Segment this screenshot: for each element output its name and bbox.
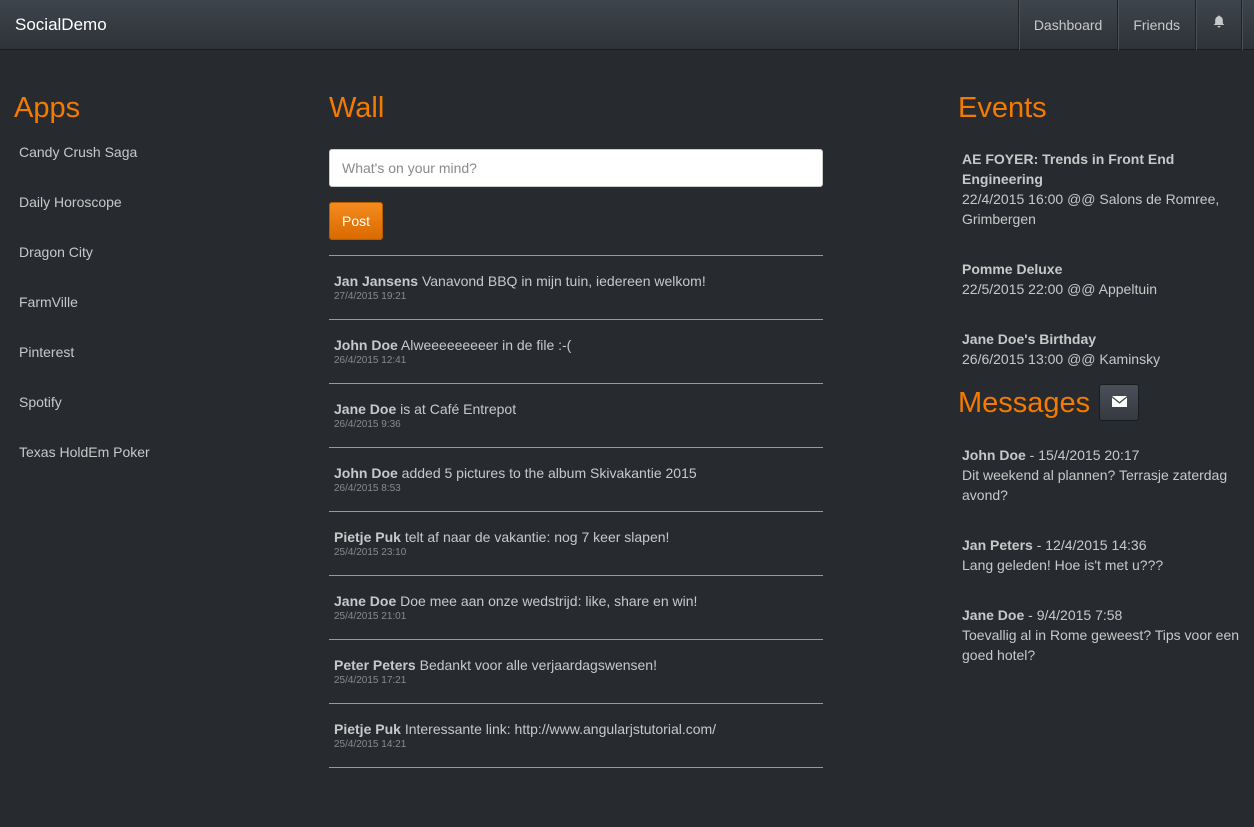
post-text: Interessante link: http://www.angularjst… bbox=[404, 721, 717, 737]
message-text: Toevallig al in Rome geweest? Tips voor … bbox=[962, 627, 1240, 663]
post-author[interactable]: John Doe bbox=[334, 337, 398, 353]
notifications-button[interactable] bbox=[1195, 0, 1241, 50]
post-timestamp: 25/4/2015 21:01 bbox=[334, 611, 407, 622]
wall-post: Peter Peters Bedankt voor alle verjaarda… bbox=[329, 640, 823, 704]
wall-post: Jan Jansens Vanavond BBQ in mijn tuin, i… bbox=[329, 256, 823, 320]
message-text: Dit weekend al plannen? Terrasje zaterda… bbox=[962, 467, 1228, 503]
app-item-candy-crush[interactable]: Candy Crush Saga bbox=[14, 143, 304, 193]
apps-heading: Apps bbox=[14, 92, 81, 124]
wall-post: Pietje Puk Interessante link: http://www… bbox=[329, 704, 823, 768]
apps-column: Apps Candy Crush Saga Daily Horoscope Dr… bbox=[14, 90, 304, 493]
post-button[interactable]: Post bbox=[329, 202, 383, 240]
message-text: Lang geleden! Hoe is't met u??? bbox=[962, 557, 1164, 573]
post-timestamp: 25/4/2015 17:21 bbox=[334, 675, 407, 686]
bell-icon bbox=[1213, 0, 1225, 48]
post-author[interactable]: Jane Doe bbox=[334, 401, 396, 417]
post-author[interactable]: Jane Doe bbox=[334, 593, 396, 609]
post-text: added 5 pictures to the album Skivakanti… bbox=[401, 465, 697, 481]
event-details: 22/4/2015 16:00 @@ Salons de Romree, Gri… bbox=[962, 191, 1220, 227]
message-author: John Doe bbox=[962, 447, 1026, 463]
post-timestamp: 25/4/2015 23:10 bbox=[334, 547, 407, 558]
event-title: AE FOYER: Trends in Front End Engineerin… bbox=[962, 151, 1175, 187]
message-item[interactable]: John Doe - 15/4/2015 20:17 Dit weekend a… bbox=[962, 445, 1243, 505]
app-item-farmville[interactable]: FarmVille bbox=[14, 293, 304, 343]
events-column: Events AE FOYER: Trends in Front End Eng… bbox=[958, 90, 1243, 695]
post-author[interactable]: Jan Jansens bbox=[334, 273, 418, 289]
top-navbar: SocialDemo Dashboard Friends bbox=[0, 0, 1254, 50]
compose-message-button[interactable] bbox=[1099, 384, 1140, 421]
event-item: Jane Doe's Birthday 26/6/2015 13:00 @@ K… bbox=[962, 329, 1243, 369]
message-author: Jan Peters bbox=[962, 537, 1033, 553]
events-list: AE FOYER: Trends in Front End Engineerin… bbox=[958, 149, 1243, 369]
envelope-icon bbox=[1111, 394, 1127, 412]
message-time: - 15/4/2015 20:17 bbox=[1025, 447, 1140, 463]
post-text: Alweeeeeeeeer in de file :-( bbox=[400, 337, 572, 353]
post-timestamp: 25/4/2015 14:21 bbox=[334, 739, 407, 750]
wall-posts: Jan Jansens Vanavond BBQ in mijn tuin, i… bbox=[329, 255, 823, 768]
post-timestamp: 27/4/2015 19:21 bbox=[334, 291, 407, 302]
app-item-daily-horoscope[interactable]: Daily Horoscope bbox=[14, 193, 304, 243]
message-item[interactable]: Jane Doe - 9/4/2015 7:58 Toevallig al in… bbox=[962, 605, 1243, 665]
wall-post: John Doe Alweeeeeeeeer in de file :-( 26… bbox=[329, 320, 823, 384]
events-heading: Events bbox=[958, 92, 1047, 124]
post-timestamp: 26/4/2015 9:36 bbox=[334, 419, 401, 430]
navbar-menu: Dashboard Friends bbox=[1017, 0, 1254, 50]
navbar-divider bbox=[1241, 0, 1254, 50]
wall-post: Jane Doe Doe mee aan onze wedstrijd: lik… bbox=[329, 576, 823, 640]
message-time: - 12/4/2015 14:36 bbox=[1032, 537, 1147, 553]
nav-item-friends[interactable]: Friends bbox=[1117, 0, 1195, 50]
message-item[interactable]: Jan Peters - 12/4/2015 14:36 Lang gelede… bbox=[962, 535, 1243, 575]
nav-item-dashboard[interactable]: Dashboard bbox=[1017, 0, 1118, 50]
post-text: is at Café Entrepot bbox=[400, 401, 517, 417]
apps-list: Candy Crush Saga Daily Horoscope Dragon … bbox=[14, 143, 304, 493]
messages-header: Messages bbox=[958, 384, 1243, 421]
messages-heading: Messages bbox=[958, 386, 1091, 419]
post-author[interactable]: Pietje Puk bbox=[334, 721, 401, 737]
wall-post: Pietje Puk telt af naar de vakantie: nog… bbox=[329, 512, 823, 576]
app-item-spotify[interactable]: Spotify bbox=[14, 393, 304, 443]
post-author[interactable]: John Doe bbox=[334, 465, 398, 481]
post-timestamp: 26/4/2015 8:53 bbox=[334, 483, 401, 494]
event-title: Pomme Deluxe bbox=[962, 261, 1063, 277]
app-item-dragon-city[interactable]: Dragon City bbox=[14, 243, 304, 293]
wall-post: Jane Doe is at Café Entrepot 26/4/2015 9… bbox=[329, 384, 823, 448]
event-title: Jane Doe's Birthday bbox=[962, 331, 1097, 347]
event-details: 22/5/2015 22:00 @@ Appeltuin bbox=[962, 281, 1158, 297]
post-text: telt af naar de vakantie: nog 7 keer sla… bbox=[404, 529, 670, 545]
messages-list: John Doe - 15/4/2015 20:17 Dit weekend a… bbox=[958, 445, 1243, 665]
wall-post: John Doe added 5 pictures to the album S… bbox=[329, 448, 823, 512]
wall-column: Wall Post Jan Jansens Vanavond BBQ in mi… bbox=[329, 90, 823, 768]
brand-logo[interactable]: SocialDemo bbox=[15, 15, 107, 35]
event-item: Pomme Deluxe 22/5/2015 22:00 @@ Appeltui… bbox=[962, 259, 1243, 299]
app-item-texas-holdem[interactable]: Texas HoldEm Poker bbox=[14, 443, 304, 493]
app-item-pinterest[interactable]: Pinterest bbox=[14, 343, 304, 393]
post-author[interactable]: Pietje Puk bbox=[334, 529, 401, 545]
post-text: Doe mee aan onze wedstrijd: like, share … bbox=[400, 593, 698, 609]
status-input[interactable] bbox=[329, 149, 823, 187]
wall-heading: Wall bbox=[329, 92, 385, 124]
message-author: Jane Doe bbox=[962, 607, 1025, 623]
post-timestamp: 26/4/2015 12:41 bbox=[334, 355, 407, 366]
post-author[interactable]: Peter Peters bbox=[334, 657, 416, 673]
post-text: Vanavond BBQ in mijn tuin, iedereen welk… bbox=[421, 273, 706, 289]
event-item: AE FOYER: Trends in Front End Engineerin… bbox=[962, 149, 1243, 229]
event-details: 26/6/2015 13:00 @@ Kaminsky bbox=[962, 351, 1161, 367]
message-time: - 9/4/2015 7:58 bbox=[1024, 607, 1123, 623]
post-text: Bedankt voor alle verjaardagswensen! bbox=[419, 657, 657, 673]
